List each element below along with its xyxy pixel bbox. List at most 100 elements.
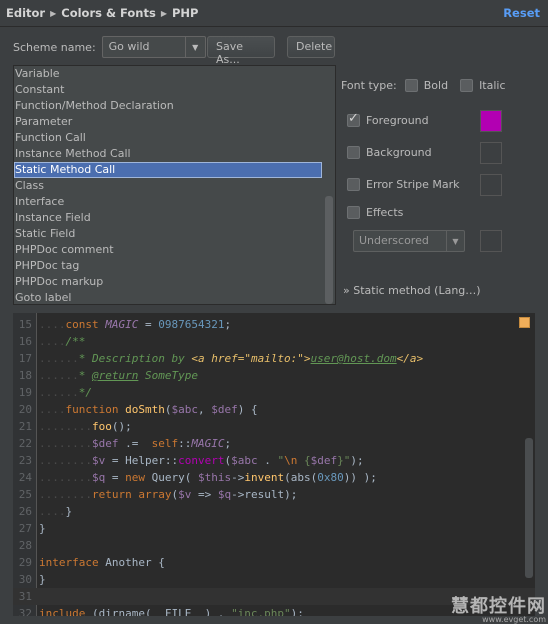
code-preview[interactable]: 15 ....const MAGIC = 0987654321; 16 ..../**…	[13, 313, 535, 616]
foreground-checkbox[interactable]	[347, 111, 360, 127]
effect-color-swatch[interactable]	[480, 230, 502, 252]
list-item[interactable]: Variable	[14, 66, 335, 82]
background-checkbox[interactable]	[347, 146, 360, 159]
attributes-list[interactable]: Variable Constant Function/Method Declarat…	[13, 65, 336, 305]
list-item[interactable]: Static Method Call	[14, 162, 322, 178]
code-token: .	[257, 454, 278, 467]
line-number: 29	[18, 556, 32, 569]
list-item[interactable]: Interface	[14, 194, 335, 210]
editor-scrollbar-thumb[interactable]	[525, 438, 533, 578]
chevron-right-icon: ▶	[160, 8, 167, 18]
code-line[interactable]: 26....}	[13, 503, 535, 520]
code-token: */	[78, 386, 92, 399]
list-item[interactable]: Class	[14, 178, 335, 194]
save-as-button[interactable]: Save As...	[207, 36, 275, 66]
line-number: 27	[18, 522, 32, 535]
effect-type-select[interactable]: Underscored ▼	[353, 230, 465, 252]
code-token: );	[290, 607, 304, 616]
whitespace-marker: ....	[39, 335, 66, 348]
code-token: Query(	[144, 471, 198, 484]
font-type-row: Font type: Bold Italic	[341, 78, 506, 92]
code-token: function	[65, 403, 126, 416]
code-token: ();	[111, 420, 132, 433]
code-line[interactable]: 15 ....const MAGIC = 0987654321;	[13, 316, 535, 333]
italic-label: Italic	[479, 78, 506, 92]
list-item[interactable]: PHPDoc tag	[14, 258, 335, 274]
code-token: @return	[92, 369, 139, 382]
code-token: ) {	[237, 403, 258, 416]
whitespace-marker: ....	[39, 318, 66, 331]
code-line[interactable]: 21 ........foo();	[13, 418, 535, 435]
background-option[interactable]: Background	[347, 146, 432, 159]
breadcrumb-editor[interactable]: Editor	[6, 6, 45, 20]
background-label: Background	[366, 146, 432, 159]
inherit-attributes-link[interactable]: » Static method (Lang…)	[343, 284, 481, 297]
whitespace-marker: ........	[39, 437, 92, 450]
breadcrumb-php: PHP	[171, 6, 199, 20]
list-item[interactable]: Parameter	[14, 114, 335, 130]
code-token: $v	[91, 454, 106, 467]
code-line[interactable]: 24 ........$q = new Query( $this->invent(…	[13, 469, 535, 486]
error-stripe-marker[interactable]	[519, 317, 530, 328]
list-item[interactable]: PHPDoc markup	[14, 274, 335, 290]
italic-checkbox[interactable]	[460, 78, 474, 92]
chevron-down-icon[interactable]: ▼	[184, 37, 205, 57]
code-token: 0x80	[317, 471, 344, 484]
foreground-option[interactable]: Foreground	[347, 111, 429, 127]
error-stripe-option[interactable]: Error Stripe Mark	[347, 178, 460, 191]
code-line[interactable]: 28	[13, 537, 535, 554]
line-number: 30	[18, 573, 32, 586]
list-item[interactable]: Function/Method Declaration	[14, 98, 335, 114]
delete-button[interactable]: Delete	[287, 36, 335, 58]
code-line[interactable]: 20 ....function doSmth($abc, $def) {	[13, 401, 535, 418]
error-stripe-color-swatch[interactable]	[480, 174, 502, 196]
list-scrollbar-thumb[interactable]	[325, 196, 333, 304]
code-token: }"	[337, 454, 351, 467]
code-line[interactable]: 25 ........return array($v => $q->result)…	[13, 486, 535, 503]
list-scrollbar[interactable]	[323, 66, 335, 304]
code-token: doSmth	[125, 403, 165, 416]
breadcrumb-colors-fonts[interactable]: Colors & Fonts	[61, 6, 156, 20]
line-number: 20	[18, 403, 32, 416]
list-item[interactable]: Function Call	[14, 130, 335, 146]
code-token: $def	[211, 403, 238, 416]
code-token: return	[91, 488, 139, 501]
code-line[interactable]: 23 ........$v = Helper::convert($abc . "\…	[13, 452, 535, 469]
list-item[interactable]: PHPDoc comment	[14, 242, 335, 258]
foreground-color-swatch[interactable]	[480, 110, 502, 132]
code-line[interactable]: 19 ......*/	[13, 384, 535, 401]
code-token: (abs(	[284, 471, 318, 484]
code-line[interactable]: 18 ......* @return SomeType	[13, 367, 535, 384]
list-item[interactable]: Goto label	[14, 290, 335, 304]
scheme-select[interactable]: Go wild ▼	[101, 36, 206, 58]
list-item[interactable]: Constant	[14, 82, 335, 98]
list-item[interactable]: Instance Field	[14, 210, 335, 226]
effects-checkbox[interactable]	[347, 206, 360, 219]
code-token: user@host.dom	[310, 352, 397, 365]
code-line[interactable]: 17 ......* Description by <a href="mailto…	[13, 350, 535, 367]
bold-checkbox[interactable]	[404, 78, 418, 92]
code-line[interactable]: 29 interface Another {	[13, 554, 535, 571]
background-color-swatch[interactable]	[480, 142, 502, 164]
list-item[interactable]: Static Field	[14, 226, 335, 242]
bold-label: Bold	[423, 78, 449, 92]
code-line[interactable]: 30}	[13, 571, 535, 588]
code-line[interactable]: 16 ..../**	[13, 333, 535, 350]
list-item[interactable]: Instance Method Call	[14, 146, 335, 162]
code-token: ::	[178, 437, 192, 450]
scheme-row: Scheme name: Go wild ▼	[13, 36, 206, 58]
code-token: invent	[244, 471, 285, 484]
code-token: .=	[118, 437, 152, 450]
code-token: foo	[91, 420, 112, 433]
effects-option[interactable]: Effects	[347, 206, 403, 219]
error-stripe-checkbox[interactable]	[347, 178, 360, 191]
reset-link[interactable]: Reset	[503, 6, 540, 20]
code-line[interactable]: 27}	[13, 520, 535, 537]
code-line[interactable]: 22 ........$def .= self::MAGIC;	[13, 435, 535, 452]
chevron-down-icon[interactable]: ▼	[446, 231, 464, 251]
effects-label: Effects	[366, 206, 404, 219]
code-token: }	[65, 505, 73, 518]
code-token: ;	[224, 318, 232, 331]
code-token: =	[138, 318, 159, 331]
code-token: Another {	[98, 556, 165, 569]
